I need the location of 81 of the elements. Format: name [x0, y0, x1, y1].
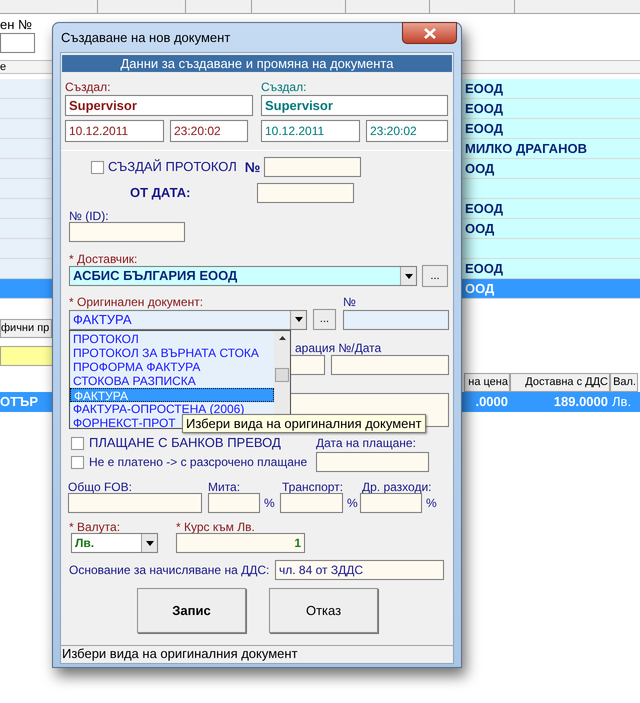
label: ОТ ДАТА:: [130, 184, 192, 202]
tooltip: Избери вида на оригиналния документ: [182, 414, 426, 433]
dialog-button[interactable]: Запис: [137, 588, 246, 633]
label: №: [343, 294, 356, 307]
label: арация №/Дата: [295, 340, 382, 353]
window-title: Създаване на нов документ: [61, 28, 230, 47]
supplier-combo[interactable]: АСБИС БЪЛГАРИЯ ЕООД: [69, 266, 417, 286]
label: Др. разходи:: [362, 479, 432, 492]
unit-label: %: [264, 495, 275, 512]
label: * Курс към Лв.: [176, 519, 256, 532]
label: * Оригинален документ:: [69, 294, 204, 307]
dialog-button[interactable]: Отказ: [269, 588, 378, 633]
text-field[interactable]: Supervisor: [261, 95, 448, 116]
table-cell[interactable]: ЕООД: [462, 259, 640, 278]
label: Не е платено -> с разсрочено плащане: [89, 454, 308, 471]
label: СЪЗДАЙ ПРОТОКОЛ: [108, 158, 237, 176]
table-cell[interactable]: ООД: [462, 159, 640, 178]
checkbox[interactable]: [71, 436, 84, 450]
text-field[interactable]: [343, 310, 449, 330]
label: Транспорт:: [282, 479, 344, 492]
checkbox[interactable]: [91, 160, 104, 174]
table-cell[interactable]: ЕООД: [462, 79, 640, 98]
text-field[interactable]: 10.12.2011: [261, 120, 360, 142]
table-cell[interactable]: ЕООД: [462, 119, 640, 138]
table-cell[interactable]: ЕООД: [462, 99, 640, 118]
text-field[interactable]: [360, 493, 422, 513]
unit-label: %: [426, 495, 437, 512]
label: Дата на плащане:: [316, 435, 416, 452]
dropdown-item[interactable]: ПРОТОКОЛ: [70, 332, 274, 346]
text-field[interactable]: 23:20:02: [170, 120, 248, 142]
label: * Валута:: [69, 519, 122, 532]
unit-label: %: [347, 495, 358, 512]
column-header: е: [0, 62, 6, 72]
table-cell[interactable]: ЕООД: [462, 199, 640, 218]
column-header[interactable]: Вал.: [610, 373, 638, 392]
label: № (ID):: [69, 208, 110, 221]
dropdown-item[interactable]: ФАКТУРА-ОПРОСТЕНА (2006): [70, 402, 274, 416]
currency-combo[interactable]: Лв.: [71, 533, 158, 553]
dropdown-item[interactable]: ПРОФОРМА ФАКТУРА: [70, 360, 274, 374]
search-field[interactable]: [0, 33, 35, 53]
label: Основание за начисляване на ДДС:: [69, 562, 270, 579]
text-field[interactable]: [264, 157, 362, 177]
text-field[interactable]: Supervisor: [65, 95, 253, 116]
checkbox[interactable]: [71, 456, 84, 468]
column-header[interactable]: Доставна с ДДС: [510, 373, 610, 392]
label: №: [244, 158, 260, 176]
text-field[interactable]: 23:20:02: [366, 120, 448, 142]
browse-button[interactable]: ...: [313, 309, 336, 330]
dropdown-item[interactable]: ПРОТОКОЛ ЗА ВЪРНАТА СТОКА: [70, 346, 274, 360]
table-cell[interactable]: ООД: [462, 219, 640, 238]
scroll-thumb[interactable]: [275, 368, 289, 382]
label: Общо FOB:: [68, 479, 133, 492]
search-label: ен №: [0, 18, 33, 32]
column-header[interactable]: на цена: [464, 373, 510, 392]
text-field[interactable]: [257, 183, 354, 203]
close-button[interactable]: [402, 22, 457, 44]
text-field[interactable]: 10.12.2011: [65, 120, 164, 142]
text-field[interactable]: [68, 493, 202, 513]
table-cell[interactable]: [462, 179, 640, 198]
table-cell[interactable]: [462, 239, 640, 258]
table-cell[interactable]: МИЛКО ДРАГАНОВ: [462, 139, 640, 158]
document-type-combo[interactable]: ФАКТУРА: [69, 310, 307, 330]
tab[interactable]: фични пр: [0, 319, 52, 338]
section-header: Данни за създаване и промяна на документа: [62, 55, 452, 72]
label: ПЛАЩАНЕ С БАНКОВ ПРЕВОД: [89, 434, 282, 452]
scroll-up-icon: [278, 336, 286, 340]
creator-label: Създал:: [261, 79, 308, 92]
browse-button[interactable]: ...: [422, 265, 448, 287]
label: * Доставчик:: [69, 251, 138, 264]
close-icon: [424, 28, 436, 38]
text-field[interactable]: [69, 222, 185, 242]
label: Мита:: [208, 479, 242, 492]
text-field[interactable]: чл. 84 от ЗДДС: [275, 560, 444, 580]
dropdown-item[interactable]: СТОКОВА РАЗПИСКА: [70, 374, 274, 388]
text-field[interactable]: [331, 355, 449, 375]
text-field[interactable]: 1: [176, 533, 305, 553]
status-bar: Избери вида на оригиналния документ: [61, 645, 453, 662]
creator-label: Създал:: [65, 79, 112, 92]
text-field[interactable]: [280, 493, 343, 513]
text-field[interactable]: [316, 452, 429, 472]
text-field[interactable]: [208, 493, 260, 513]
